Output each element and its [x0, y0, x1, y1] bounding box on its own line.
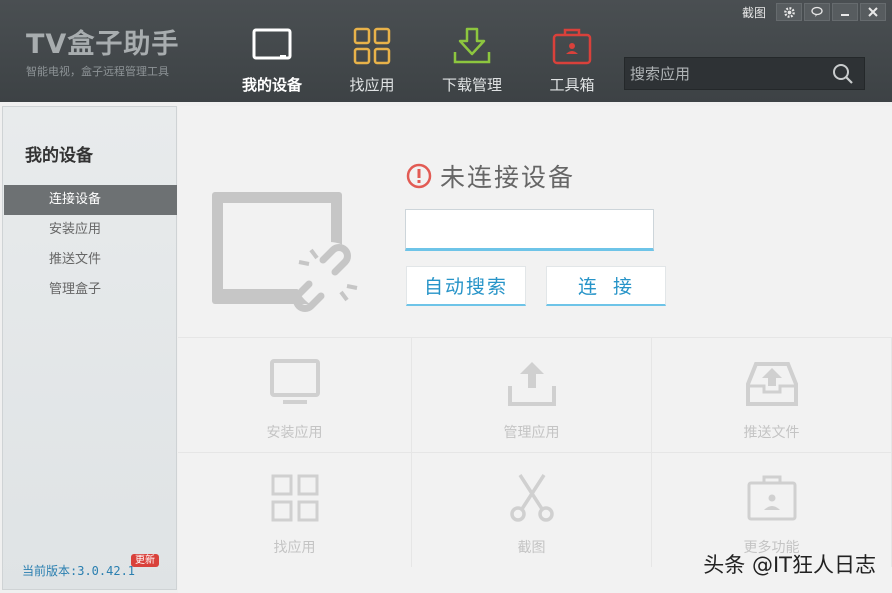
sidebar: 我的设备 连接设备 安装应用 推送文件 管理盒子 更新 当前版本:3.0.42.… — [2, 106, 177, 590]
feature-grid: 安装应用 管理应用 推送文件 找应用 截图 更多功能 — [178, 337, 892, 567]
close-icon — [868, 7, 878, 17]
nav-label: 找应用 — [349, 76, 395, 94]
screenshot-link[interactable]: 截图 — [742, 4, 766, 21]
nav-label: 我的设备 — [241, 76, 302, 94]
search-icon[interactable] — [832, 63, 854, 85]
title-bar: TV盒子助手 智能电视，盒子远程管理工具 我的设备 找应用 下载管理 工具箱 截… — [0, 0, 892, 102]
sidebar-menu: 连接设备 安装应用 推送文件 管理盒子 — [4, 185, 177, 305]
sidebar-item-install-app[interactable]: 安装应用 — [4, 215, 177, 245]
update-badge[interactable]: 更新 — [131, 554, 159, 567]
tv-icon — [252, 28, 292, 60]
speech-bubble-icon — [811, 6, 823, 17]
toolbox-icon — [747, 475, 796, 521]
tile-screenshot[interactable]: 截图 — [412, 452, 652, 567]
sidebar-item-manage-box[interactable]: 管理盒子 — [4, 275, 177, 305]
download-icon — [453, 27, 491, 64]
monitor-icon — [269, 359, 320, 404]
disconnected-tv-icon — [212, 192, 363, 312]
main-panel: 未连接设备 自动搜索 连接 安装应用 管理应用 推送文件 找应用 截图 更多功能 — [178, 106, 892, 593]
search-input[interactable] — [625, 58, 832, 89]
upload-icon — [507, 362, 556, 406]
status-text: 未连接设备 — [440, 163, 576, 192]
search-box — [624, 57, 865, 90]
warning-icon — [406, 163, 432, 189]
nav-my-devices[interactable]: 我的设备 — [222, 0, 322, 102]
nav-download-manager[interactable]: 下载管理 — [422, 0, 522, 102]
auto-search-button[interactable]: 自动搜索 — [406, 266, 526, 306]
sidebar-item-connect-device[interactable]: 连接设备 — [4, 185, 177, 215]
close-button[interactable] — [860, 3, 886, 21]
sidebar-item-push-file[interactable]: 推送文件 — [4, 245, 177, 275]
tile-install-app[interactable]: 安装应用 — [178, 337, 412, 452]
gear-icon — [783, 6, 795, 18]
sidebar-title: 我的设备 — [25, 146, 93, 166]
device-address-input[interactable] — [405, 209, 654, 251]
nav-find-apps[interactable]: 找应用 — [322, 0, 422, 102]
tile-push-file[interactable]: 推送文件 — [652, 337, 892, 452]
window-controls: 截图 — [742, 3, 886, 21]
inbox-upload-icon — [745, 362, 798, 406]
nav-label: 下载管理 — [441, 76, 502, 94]
feedback-button[interactable] — [804, 3, 830, 21]
grid-icon — [353, 27, 391, 65]
app-logo: TV盒子助手 智能电视，盒子远程管理工具 — [26, 22, 179, 79]
tile-label: 截图 — [517, 540, 546, 556]
tile-label: 安装应用 — [266, 425, 323, 441]
scissors-icon — [509, 474, 554, 522]
settings-button[interactable] — [776, 3, 802, 21]
tile-find-app[interactable]: 找应用 — [178, 452, 412, 567]
grid-icon — [271, 474, 318, 522]
version-label: 当前版本:3.0.42.1 — [22, 564, 136, 578]
tile-label: 管理应用 — [503, 425, 560, 441]
tile-label: 推送文件 — [743, 425, 800, 441]
connection-status: 未连接设备 — [406, 158, 575, 194]
toolbox-icon — [552, 28, 592, 65]
watermark-text: 头条 @IT狂人日志 — [703, 553, 876, 577]
main-nav: 我的设备 找应用 下载管理 工具箱 — [222, 0, 622, 102]
minimize-button[interactable] — [832, 3, 858, 21]
tile-label: 找应用 — [273, 540, 316, 556]
nav-label: 工具箱 — [549, 76, 595, 94]
connect-button[interactable]: 连接 — [546, 266, 666, 306]
app-title: TV盒子助手 — [26, 29, 180, 60]
minimize-icon — [841, 14, 849, 16]
app-subtitle: 智能电视，盒子远程管理工具 — [26, 65, 169, 78]
tile-manage-app[interactable]: 管理应用 — [412, 337, 652, 452]
nav-toolbox[interactable]: 工具箱 — [522, 0, 622, 102]
